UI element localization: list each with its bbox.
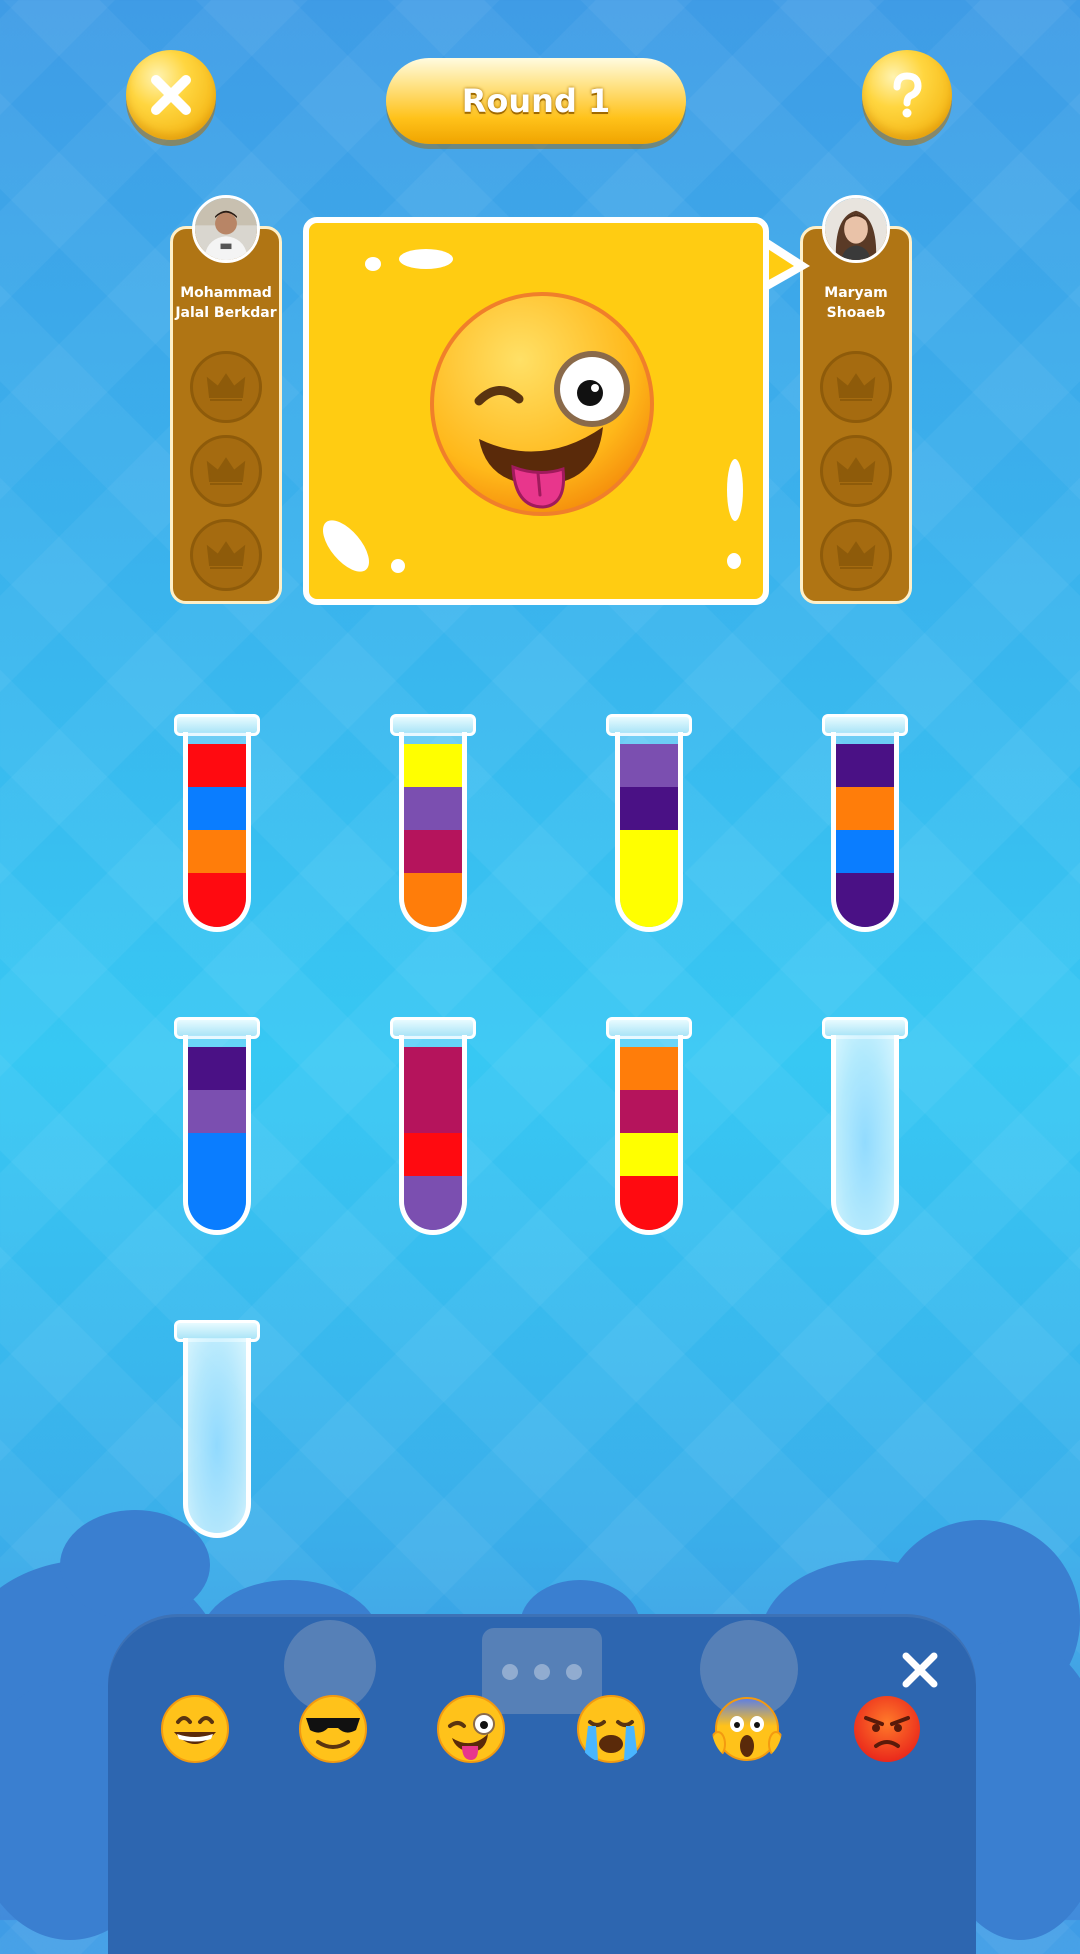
liquid-layer-yellow [620, 830, 678, 873]
liquid-layer-yellow [404, 744, 462, 787]
test-tube[interactable] [606, 714, 692, 932]
test-tube-empty[interactable] [822, 1017, 908, 1235]
close-button[interactable] [126, 50, 216, 140]
liquid-layer-blue [188, 1176, 246, 1230]
liquid-layer-indigo [620, 787, 678, 830]
help-button[interactable] [862, 50, 952, 140]
liquid-layer-indigo [836, 873, 894, 927]
tube-body [183, 1338, 251, 1538]
player-name-line2: Jalal Berkdar [175, 305, 277, 321]
player-name: Maryam Shoaeb [803, 283, 909, 323]
test-tube[interactable] [390, 1017, 476, 1235]
liquid-layer-orange [404, 873, 462, 927]
tube-body [831, 732, 899, 932]
liquid-layer-red [620, 1176, 678, 1230]
liquid-layer-orange [836, 787, 894, 830]
crown-slot [820, 519, 892, 591]
tube-body [615, 1035, 683, 1235]
liquid-layer-orange [188, 830, 246, 873]
tube-body [183, 732, 251, 932]
bush-decoration [60, 1510, 210, 1620]
crown-slot [190, 435, 262, 507]
tube-body [399, 1035, 467, 1235]
round-label: Round 1 [461, 82, 611, 120]
round-indicator: Round 1 [386, 58, 686, 144]
tube-body [399, 732, 467, 932]
test-tube[interactable] [174, 714, 260, 932]
tube-body [183, 1035, 251, 1235]
liquid-layer-magenta [620, 1090, 678, 1133]
liquid-layer-blue [836, 830, 894, 873]
liquid-layer-yellow [620, 1133, 678, 1176]
player-name-line1: Maryam [824, 285, 888, 301]
smiling-face-with-sunglasses-icon[interactable] [298, 1694, 368, 1764]
tube-body [615, 732, 683, 932]
liquid-layer-indigo [188, 1047, 246, 1090]
test-tube[interactable] [606, 1017, 692, 1235]
liquid-layer-blue [188, 1133, 246, 1176]
question-icon [893, 72, 922, 118]
crown-icon [206, 457, 246, 485]
test-tube[interactable] [174, 1017, 260, 1235]
crown-slot [190, 351, 262, 423]
crown-icon [836, 541, 876, 569]
chat-button [482, 1628, 602, 1714]
loudly-crying-face-icon[interactable] [576, 1694, 646, 1764]
crown-icon [836, 373, 876, 401]
liquid-layer-red [188, 873, 246, 927]
crown-slot [190, 519, 262, 591]
winking-face-with-tongue-icon [430, 292, 654, 516]
player-name-line2: Shoaeb [826, 305, 886, 321]
liquid-layer-magenta [404, 1090, 462, 1133]
crown-slot [820, 351, 892, 423]
emoji-speech-bubble [303, 217, 769, 605]
test-tube[interactable] [390, 714, 476, 932]
winking-face-with-tongue-icon[interactable] [436, 1694, 506, 1764]
test-tube[interactable] [822, 714, 908, 932]
grinning-face-icon[interactable] [160, 1694, 230, 1764]
crown-icon [206, 541, 246, 569]
player-name-line1: Mohammad [180, 285, 272, 301]
liquid-layer-magenta [404, 1047, 462, 1090]
liquid-layer-red [188, 744, 246, 787]
crown-icon [836, 457, 876, 485]
avatar [822, 195, 890, 263]
liquid-layer-orange [620, 1047, 678, 1090]
face-screaming-in-fear-icon[interactable] [712, 1694, 782, 1764]
liquid-layer-violet [404, 1176, 462, 1230]
crown-icon [206, 373, 246, 401]
player-name: Mohammad Jalal Berkdar [173, 283, 279, 323]
liquid-layer-violet [620, 744, 678, 787]
liquid-layer-violet [404, 787, 462, 830]
test-tube-empty[interactable] [174, 1320, 260, 1538]
liquid-layer-red [404, 1133, 462, 1176]
crown-slot [820, 435, 892, 507]
avatar [192, 195, 260, 263]
liquid-layer-yellow [620, 873, 678, 927]
player-panel-left: Mohammad Jalal Berkdar [170, 195, 282, 604]
liquid-layer-violet [188, 1090, 246, 1133]
angry-face-icon[interactable] [852, 1694, 922, 1764]
liquid-layer-magenta [404, 830, 462, 873]
tube-body [831, 1035, 899, 1235]
close-icon[interactable] [900, 1650, 940, 1690]
close-icon [151, 75, 191, 115]
liquid-layer-indigo [836, 744, 894, 787]
liquid-layer-blue [188, 787, 246, 830]
